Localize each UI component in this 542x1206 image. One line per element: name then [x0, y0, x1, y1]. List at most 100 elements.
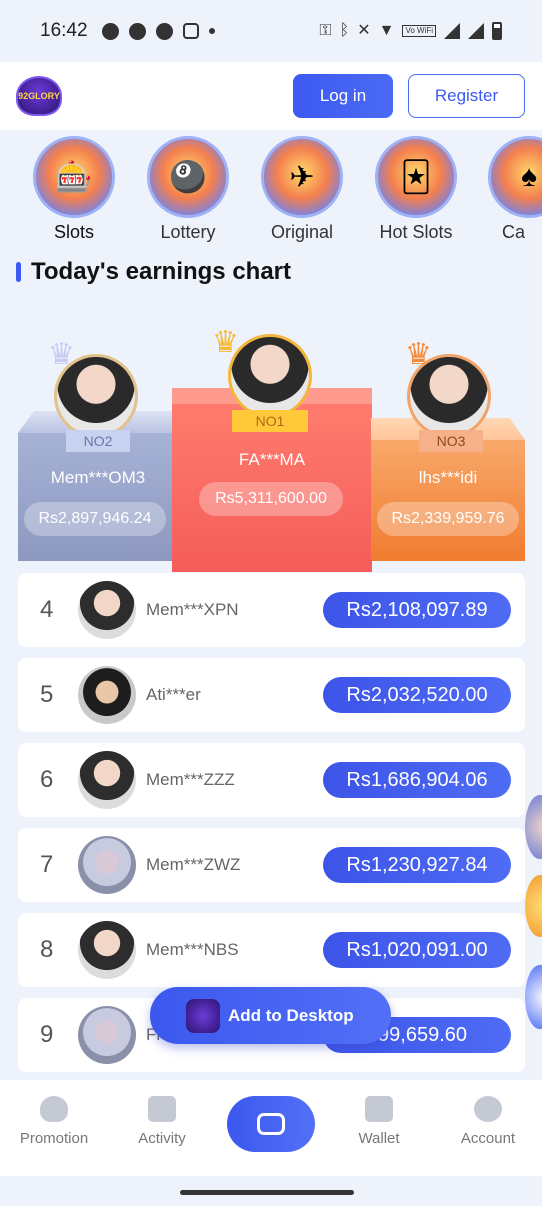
- mute-icon: ✕: [357, 22, 371, 39]
- avatar: [78, 921, 136, 979]
- register-button[interactable]: Register: [408, 74, 525, 118]
- app-logo[interactable]: 92GLORY: [16, 76, 62, 116]
- earnings-amount: Rs2,108,097.89: [323, 592, 511, 628]
- nav-label: Promotion: [19, 1130, 89, 1147]
- signal-icon-2: [468, 23, 484, 39]
- winner-amount: Rs2,897,946.24: [24, 502, 166, 536]
- category-label: Lottery: [160, 222, 216, 242]
- nav-promotion[interactable]: Promotion: [0, 1080, 108, 1176]
- account-icon: [474, 1096, 502, 1122]
- nav-wallet[interactable]: Wallet: [325, 1080, 433, 1176]
- podium-second[interactable]: ♛ NO2 Mem***OM3 Rs2,897,946.24: [18, 320, 178, 565]
- category-slots[interactable]: 🎰 Slots: [24, 136, 124, 243]
- earnings-amount: Rs1,230,927.84: [323, 847, 511, 883]
- category-lottery[interactable]: 🎱 Lottery: [138, 136, 238, 243]
- login-button[interactable]: Log in: [293, 74, 393, 118]
- add-to-desktop-label: Add to Desktop: [228, 1005, 354, 1025]
- gamepad-icon: [257, 1113, 285, 1135]
- rank-badge: NO3: [419, 430, 483, 452]
- user-name: Ati***er: [146, 685, 201, 704]
- battery-icon: [492, 22, 502, 40]
- app-logo-icon: [186, 998, 220, 1033]
- floating-bonus-icon[interactable]: [525, 875, 542, 937]
- rank-badge: NO2: [66, 430, 130, 452]
- vowifi-icon: Vo WiFi: [402, 25, 436, 37]
- nav-label: Wallet: [358, 1130, 400, 1147]
- lottery-icon: 🎱: [147, 136, 229, 218]
- bluetooth-icon: ᛒ: [339, 22, 350, 39]
- category-label: Slots: [53, 222, 95, 242]
- game-category-row: 🎰 Slots 🎱 Lottery ✈ Original 🃏 Hot Slots…: [0, 136, 542, 246]
- floating-promo-icon[interactable]: [525, 795, 542, 859]
- category-label: Hot Slots: [379, 222, 453, 242]
- bottom-navigation: Promotion Activity Wallet Account: [0, 1080, 542, 1176]
- app-header: 92GLORY Log in Register: [0, 62, 542, 130]
- wifi-icon: ▼: [378, 22, 395, 39]
- rank-number: 5: [40, 681, 54, 708]
- rank-number: 9: [40, 1021, 54, 1048]
- nav-label: Activity: [138, 1130, 186, 1147]
- system-icons: ⚿ ᛒ ✕ ▼ Vo WiFi: [319, 22, 502, 40]
- home-indicator[interactable]: [180, 1190, 354, 1195]
- category-hot-slots[interactable]: 🃏 Hot Slots: [366, 136, 466, 243]
- category-original[interactable]: ✈ Original: [252, 136, 352, 243]
- crown-icon: ♛: [212, 326, 239, 359]
- slots-icon: 🎰: [33, 136, 115, 218]
- rank-number: 6: [40, 766, 54, 793]
- winner-name: lhs***idi: [418, 468, 478, 487]
- earnings-chart-title: Today's earnings chart: [31, 258, 292, 285]
- earnings-amount: Rs2,032,520.00: [323, 677, 511, 713]
- podium-first[interactable]: ♛ NO1 FA***MA Rs5,311,600.00: [172, 320, 372, 575]
- crown-icon: ♛: [405, 338, 432, 371]
- ranking-row[interactable]: 5 Ati***er Rs2,032,520.00: [18, 658, 525, 732]
- user-name: Mem***ZZZ: [146, 770, 235, 789]
- earnings-amount: Rs1,686,904.06: [323, 762, 511, 798]
- category-label: Ca: [502, 222, 526, 242]
- nav-account[interactable]: Account: [434, 1080, 542, 1176]
- promotion-icon: [40, 1096, 68, 1122]
- winner-name: Mem***OM3: [50, 468, 146, 487]
- category-casino[interactable]: ♠ Ca: [480, 136, 542, 243]
- status-bar: 16:42 ⚿ ᛒ ✕ ▼ Vo WiFi: [0, 0, 542, 62]
- top-three-podium: ♛ NO2 Mem***OM3 Rs2,897,946.24 ♛ NO1 FA*…: [18, 320, 525, 575]
- gesture-bar: [0, 1176, 542, 1206]
- avatar: [78, 1006, 136, 1064]
- facebook-icon: [101, 22, 119, 40]
- hot-slots-icon: 🃏: [375, 136, 457, 218]
- teams-icon: [155, 22, 173, 40]
- winner-amount: Rs2,339,959.76: [377, 502, 519, 536]
- avatar: [78, 751, 136, 809]
- rank-number: 4: [40, 596, 54, 623]
- wallet-icon: [365, 1096, 393, 1122]
- section-title: Today's earnings chart: [16, 258, 291, 286]
- ranking-row[interactable]: 7 Mem***ZWZ Rs1,230,927.84: [18, 828, 525, 902]
- avatar: [78, 836, 136, 894]
- winner-amount: Rs5,311,600.00: [199, 482, 343, 516]
- instagram-icon: [182, 23, 199, 39]
- podium-third[interactable]: ♛ NO3 lhs***idi Rs2,339,959.76: [371, 320, 525, 565]
- crown-icon: ♛: [48, 338, 75, 371]
- signal-icon: [444, 23, 460, 39]
- original-icon: ✈: [261, 136, 343, 218]
- ranking-row[interactable]: 6 Mem***ZZZ Rs1,686,904.06: [18, 743, 525, 817]
- avatar: [78, 581, 136, 639]
- more-notifications-icon: [208, 28, 215, 34]
- user-name: Mem***NBS: [146, 940, 239, 959]
- title-accent-bar: [16, 262, 21, 282]
- avatar: [78, 666, 136, 724]
- gift-icon: [148, 1096, 176, 1122]
- chat-icon: [128, 22, 146, 40]
- ranking-row[interactable]: 4 Mem***XPN Rs2,108,097.89: [18, 573, 525, 647]
- category-label: Original: [270, 222, 334, 242]
- floating-support-icon[interactable]: [525, 965, 542, 1029]
- ranking-row[interactable]: 8 Mem***NBS Rs1,020,091.00: [18, 913, 525, 987]
- casino-icon: ♠: [488, 136, 542, 218]
- user-name: Mem***ZWZ: [146, 855, 241, 874]
- nav-game-button[interactable]: [227, 1096, 315, 1152]
- add-to-desktop-button[interactable]: Add to Desktop: [150, 987, 391, 1044]
- nav-activity[interactable]: Activity: [108, 1080, 216, 1176]
- nav-label: Account: [460, 1130, 516, 1147]
- user-name: Mem***XPN: [146, 600, 239, 619]
- rank-badge: NO1: [232, 410, 308, 432]
- avatar: [228, 334, 312, 418]
